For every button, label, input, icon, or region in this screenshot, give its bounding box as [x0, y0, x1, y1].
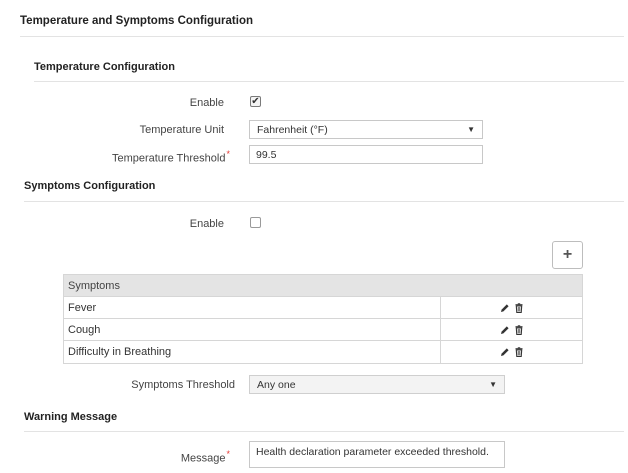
symptoms-threshold-select[interactable]: Any one ▼	[249, 375, 505, 394]
trash-icon[interactable]	[514, 347, 524, 357]
page-title-divider	[20, 36, 624, 37]
symptoms-enable-checkbox[interactable]	[250, 217, 261, 228]
required-marker: *	[226, 449, 230, 459]
temperature-enable-label: Enable	[189, 97, 224, 109]
warning-section-title: Warning Message	[24, 411, 118, 423]
page-title: Temperature and Symptoms Configuration	[20, 15, 254, 27]
symptoms-enable-label: Enable	[189, 218, 224, 230]
temperature-section-divider	[34, 81, 624, 82]
table-row: Difficulty in Breathing	[64, 341, 582, 363]
add-symptom-button[interactable]: +	[552, 241, 583, 269]
symptoms-table-header: Symptoms	[64, 275, 582, 297]
plus-icon: +	[562, 246, 573, 263]
check-icon: ✔	[251, 95, 260, 107]
message-label: Message*	[180, 449, 230, 465]
temperature-unit-select[interactable]: Fahrenheit (°F) ▼	[249, 120, 483, 139]
symptoms-threshold-label: Symptoms Threshold	[131, 379, 235, 391]
symptom-name: Difficulty in Breathing	[64, 341, 441, 363]
temperature-enable-checkbox[interactable]: ✔	[250, 96, 261, 107]
warning-message-value: Health declaration parameter exceeded th…	[256, 446, 489, 458]
temperature-threshold-input[interactable]: 99.5	[249, 145, 483, 164]
temperature-section-title: Temperature Configuration	[34, 61, 175, 73]
symptom-name: Fever	[64, 297, 441, 318]
temperature-unit-value: Fahrenheit (°F)	[257, 123, 328, 136]
symptoms-section-title: Symptoms Configuration	[24, 180, 156, 192]
warning-message-textarea[interactable]: Health declaration parameter exceeded th…	[249, 441, 505, 468]
pencil-icon[interactable]	[500, 303, 510, 313]
pencil-icon[interactable]	[500, 347, 510, 357]
table-row: Cough	[64, 319, 582, 341]
trash-icon[interactable]	[514, 302, 524, 313]
temperature-threshold-label: Temperature Threshold*	[111, 149, 230, 165]
trash-icon[interactable]	[514, 324, 524, 335]
symptoms-section-divider	[24, 201, 624, 202]
symptom-name: Cough	[64, 319, 441, 340]
symptoms-threshold-value: Any one	[257, 378, 296, 391]
temperature-threshold-value: 99.5	[256, 148, 277, 161]
symptoms-table: Symptoms Fever Cough Difficulty in Breat…	[63, 274, 583, 364]
warning-section-divider	[24, 431, 624, 432]
caret-down-icon: ▼	[489, 380, 497, 389]
table-row: Fever	[64, 297, 582, 319]
caret-down-icon: ▼	[467, 125, 475, 134]
required-marker: *	[226, 149, 230, 159]
pencil-icon[interactable]	[500, 325, 510, 335]
temperature-unit-label: Temperature Unit	[139, 124, 224, 136]
